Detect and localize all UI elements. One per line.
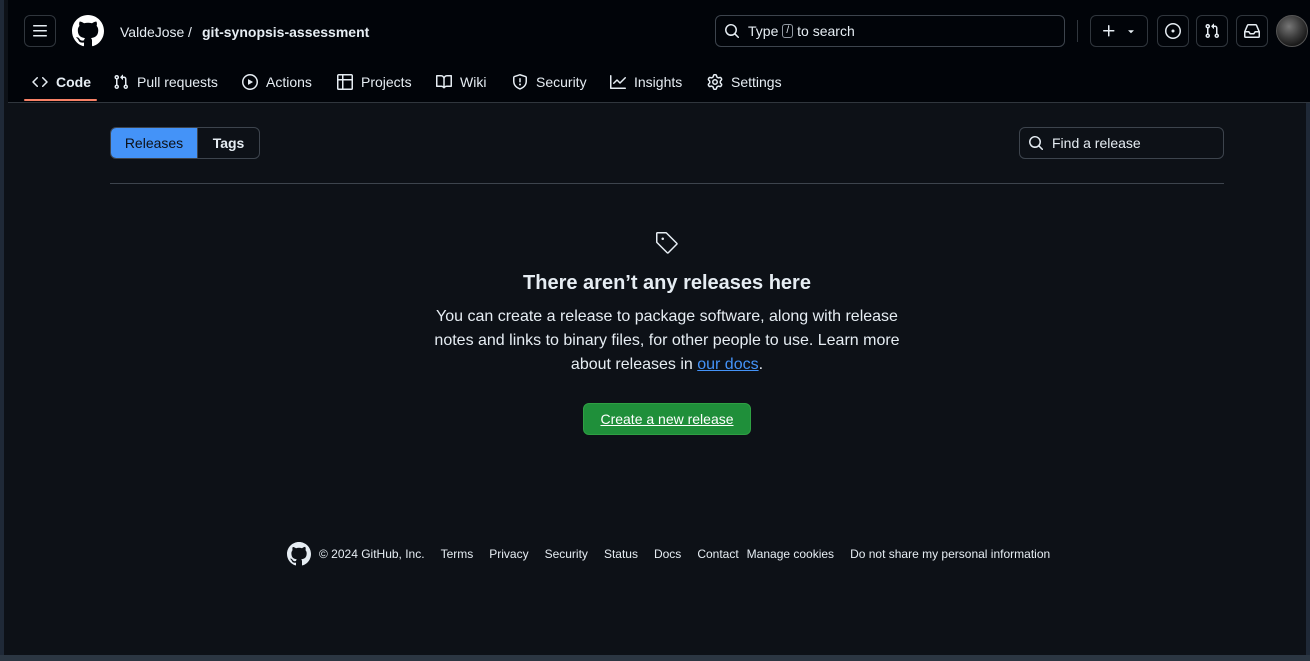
tab-label: Code (56, 74, 91, 90)
find-release-input[interactable]: Find a release (1019, 127, 1224, 159)
empty-state-title: There aren’t any releases here (523, 272, 811, 294)
table-icon (337, 74, 353, 90)
tab-label: Insights (634, 74, 683, 90)
github-logo-icon[interactable] (287, 542, 311, 566)
footer-link-manage-cookies[interactable]: Manage cookies (747, 547, 834, 561)
page-footer: © 2024 GitHub, Inc. Terms Privacy Securi… (287, 542, 1066, 566)
inbox-button[interactable] (1236, 15, 1268, 47)
triangle-down-icon (1128, 30, 1134, 34)
releases-tags-toggle: Releases Tags (110, 127, 260, 159)
tab-label: Actions (266, 74, 312, 90)
footer-link-security[interactable]: Security (545, 547, 588, 561)
empty-state-description: You can create a release to package soft… (427, 305, 907, 377)
code-icon (32, 76, 48, 88)
find-release-placeholder: Find a release (1052, 135, 1141, 151)
tab-insights[interactable]: Insights (610, 62, 682, 102)
book-icon (436, 74, 452, 89)
tab-actions[interactable]: Actions (242, 62, 312, 102)
tab-projects[interactable]: Projects (337, 62, 412, 102)
pull-requests-button[interactable] (1196, 15, 1228, 47)
git-pull-request-icon (114, 74, 129, 90)
graph-icon (610, 75, 626, 89)
docs-link[interactable]: our docs (697, 356, 758, 373)
footer-link-terms[interactable]: Terms (441, 547, 474, 561)
search-icon (1029, 136, 1044, 151)
tab-label: Projects (361, 74, 412, 90)
breadcrumb-owner[interactable]: ValdeJose (120, 22, 184, 42)
search-icon (725, 24, 740, 39)
taskbar-strip (0, 655, 1310, 661)
tab-code[interactable]: Code (32, 62, 91, 102)
tab-settings[interactable]: Settings (707, 62, 782, 102)
empty-state: There aren’t any releases here You can c… (110, 227, 1224, 435)
browser-frame: ValdeJose / git-synopsis-assessment Type… (0, 0, 1310, 661)
tab-label: Pull requests (137, 74, 218, 90)
tag-icon (656, 232, 678, 254)
toggle-releases[interactable]: Releases (111, 128, 197, 158)
active-tab-indicator (24, 99, 97, 101)
issues-button[interactable] (1157, 15, 1189, 47)
tab-label: Settings (731, 74, 782, 90)
hamburger-icon (33, 25, 47, 37)
footer-link-docs[interactable]: Docs (654, 547, 681, 561)
plus-icon (1103, 25, 1115, 37)
tab-label: Wiki (460, 74, 487, 90)
issue-opened-icon (1165, 23, 1181, 39)
breadcrumb-repo[interactable]: git-synopsis-assessment (202, 22, 369, 42)
global-search-input[interactable]: Type / to search (715, 15, 1065, 47)
top-bar: ValdeJose / git-synopsis-assessment Type… (8, 0, 1310, 62)
tab-pull-requests[interactable]: Pull requests (113, 62, 218, 102)
tab-security[interactable]: Security (512, 62, 587, 102)
section-divider (110, 183, 1224, 184)
repo-tabs: Code Pull requests Actions Projects Wiki (8, 62, 1310, 102)
footer-link-contact[interactable]: Contact (697, 547, 738, 561)
footer-link-privacy[interactable]: Privacy (489, 547, 528, 561)
app-header: ValdeJose / git-synopsis-assessment Type… (8, 0, 1310, 103)
footer-copyright: © 2024 GitHub, Inc. (319, 547, 425, 561)
footer-link-status[interactable]: Status (604, 547, 638, 561)
empty-state-text: You can create a release to package soft… (434, 308, 900, 373)
tab-wiki[interactable]: Wiki (436, 62, 486, 102)
github-logo-icon[interactable] (72, 15, 104, 47)
search-suffix: to search (797, 23, 855, 39)
tab-label: Security (536, 74, 587, 90)
create-new-button[interactable] (1090, 15, 1148, 47)
toggle-tags[interactable]: Tags (197, 128, 259, 158)
user-avatar[interactable] (1276, 15, 1308, 47)
git-pull-request-icon (1205, 23, 1220, 39)
search-prefix: Type (748, 23, 779, 39)
search-shortcut-key: / (782, 24, 794, 38)
create-release-button[interactable]: Create a new release (583, 403, 751, 435)
header-divider (1077, 20, 1078, 42)
hamburger-menu-button[interactable] (24, 15, 56, 47)
gear-icon (707, 74, 723, 90)
sentence-period: . (758, 356, 764, 373)
footer-link-do-not-share[interactable]: Do not share my personal information (850, 547, 1050, 561)
inbox-icon (1244, 24, 1260, 38)
play-icon (242, 74, 258, 90)
shield-icon (513, 74, 527, 90)
breadcrumb-separator: / (188, 24, 192, 40)
